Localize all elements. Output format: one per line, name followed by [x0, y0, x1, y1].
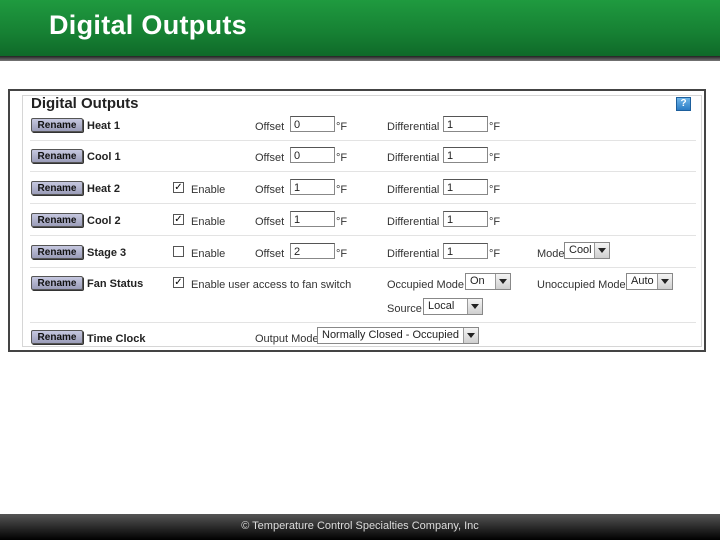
output-mode-value: Normally Closed - Occupied [322, 329, 459, 341]
differential-input-stage-3[interactable]: 1 [443, 243, 488, 259]
row-divider [30, 171, 696, 172]
offset-label: Offset [255, 152, 285, 164]
row-name-heat-2: Heat 2 [87, 183, 121, 195]
unit-label: °F [336, 216, 348, 228]
offset-input-heat-2[interactable]: 1 [290, 179, 335, 195]
enable-checkbox-cool-2[interactable]: ✓ [173, 214, 184, 225]
differential-label: Differential [387, 152, 440, 164]
occupied-mode-select[interactable]: On [465, 273, 511, 290]
occupied-mode-label: Occupied Mode [387, 279, 465, 291]
enable-label: Enable [191, 248, 226, 260]
offset-label: Offset [255, 216, 285, 228]
row-name-stage-3: Stage 3 [87, 247, 127, 259]
offset-label: Offset [255, 121, 285, 133]
offset-input-stage-3[interactable]: 2 [290, 243, 335, 259]
rename-button-heat-2[interactable]: Rename [31, 181, 83, 195]
offset-label: Offset [255, 248, 285, 260]
enable-checkbox-heat-2[interactable]: ✓ [173, 182, 184, 193]
unit-label: °F [489, 184, 501, 196]
header-title: Digital Outputs [49, 10, 247, 40]
row-divider [30, 203, 696, 204]
enable-label: Enable [191, 184, 226, 196]
occupied-mode-value: On [470, 275, 485, 287]
rename-button-stage-3[interactable]: Rename [31, 245, 83, 259]
header-divider [0, 56, 720, 61]
row-name-fan-status: Fan Status [87, 278, 144, 290]
unit-label: °F [489, 216, 501, 228]
unit-label: °F [489, 152, 501, 164]
enable-fan-switch-checkbox[interactable]: ✓ [173, 277, 184, 288]
unoccupied-mode-select[interactable]: Auto [626, 273, 673, 290]
row-name-cool-1: Cool 1 [87, 151, 121, 163]
differential-input-cool-1[interactable]: 1 [443, 147, 488, 163]
mode-select-stage-3[interactable]: Cool [564, 242, 610, 259]
offset-input-cool-1[interactable]: 0 [290, 147, 335, 163]
offset-input-heat-1[interactable]: 0 [290, 116, 335, 132]
footer-bar: © Temperature Control Specialties Compan… [0, 514, 720, 540]
output-mode-select[interactable]: Normally Closed - Occupied [317, 327, 479, 344]
chevron-down-icon [594, 243, 609, 258]
row-divider [30, 140, 696, 141]
unit-label: °F [336, 152, 348, 164]
unit-label: °F [336, 184, 348, 196]
enable-checkbox-stage-3[interactable] [173, 246, 184, 257]
differential-label: Differential [387, 184, 440, 196]
rename-button-cool-1[interactable]: Rename [31, 149, 83, 163]
unoccupied-mode-label: Unoccupied Mode [537, 279, 626, 291]
rename-button-cool-2[interactable]: Rename [31, 213, 83, 227]
row-name-heat-1: Heat 1 [87, 120, 121, 132]
source-label: Source [387, 303, 422, 315]
panel-inner-border [22, 95, 702, 347]
differential-input-cool-2[interactable]: 1 [443, 211, 488, 227]
copyright-text: © Temperature Control Specialties Compan… [241, 520, 479, 532]
chevron-down-icon [467, 299, 482, 314]
chevron-down-icon [495, 274, 510, 289]
enable-label: Enable [191, 216, 226, 228]
row-name-time-clock: Time Clock [87, 333, 146, 345]
row-divider [30, 267, 696, 268]
unit-label: °F [489, 248, 501, 260]
output-mode-label: Output Mode [255, 333, 319, 345]
differential-input-heat-2[interactable]: 1 [443, 179, 488, 195]
offset-input-cool-2[interactable]: 1 [290, 211, 335, 227]
rename-button-fan-status[interactable]: Rename [31, 276, 83, 290]
header-bar: Digital Outputs [0, 0, 720, 56]
differential-label: Differential [387, 121, 440, 133]
digital-outputs-panel: Digital Outputs ? Rename Heat 1 Offset 0… [8, 89, 706, 352]
chevron-down-icon [657, 274, 672, 289]
mode-label: Mode [537, 248, 565, 260]
mode-select-value: Cool [569, 244, 592, 256]
differential-input-heat-1[interactable]: 1 [443, 116, 488, 132]
row-divider [30, 235, 696, 236]
source-select[interactable]: Local [423, 298, 483, 315]
source-value: Local [428, 300, 455, 312]
differential-label: Differential [387, 216, 440, 228]
unit-label: °F [489, 121, 501, 133]
enable-fan-switch-label: Enable user access to fan switch [191, 279, 352, 291]
rename-button-time-clock[interactable]: Rename [31, 330, 83, 344]
differential-label: Differential [387, 248, 440, 260]
row-divider [30, 322, 696, 323]
chevron-down-icon [463, 328, 478, 343]
unit-label: °F [336, 121, 348, 133]
row-name-cool-2: Cool 2 [87, 215, 121, 227]
offset-label: Offset [255, 184, 285, 196]
rename-button-heat-1[interactable]: Rename [31, 118, 83, 132]
unit-label: °F [336, 248, 348, 260]
unoccupied-mode-value: Auto [631, 275, 654, 287]
